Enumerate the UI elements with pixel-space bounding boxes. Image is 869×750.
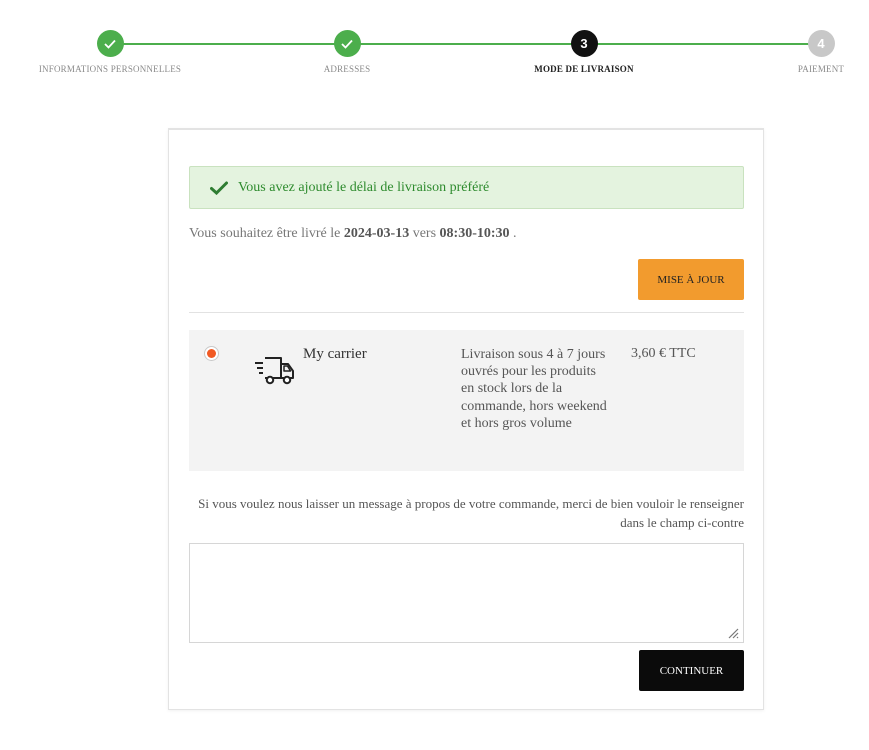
step-check-circle: [96, 30, 124, 57]
info-suffix: .: [513, 226, 517, 241]
delivery-card: Vous avez ajouté le délai de livraison p…: [168, 128, 764, 710]
check-icon: [341, 39, 353, 49]
step-personal-info[interactable]: Informations personnelles: [0, 30, 220, 74]
check-icon: [104, 39, 116, 49]
step-number-circle: 4: [807, 30, 835, 57]
step-label: Adresses: [323, 64, 371, 74]
carrier-price: 3,60 € TTC: [631, 346, 696, 361]
resize-grip-icon[interactable]: [727, 626, 739, 644]
order-message-field[interactable]: [189, 543, 744, 643]
step-label: Mode de livraison: [534, 64, 634, 74]
radio-selected-dot: [207, 349, 216, 358]
message-label: Si vous voulez nous laisser un message à…: [198, 496, 744, 530]
info-prefix: Vous souhaitez être livré le: [189, 226, 341, 241]
carrier-radio[interactable]: [204, 346, 219, 361]
divider: [189, 312, 744, 313]
step-label: Paiement: [797, 64, 845, 74]
step-addresses[interactable]: Adresses: [237, 30, 457, 74]
update-button[interactable]: Mise à jour: [638, 259, 744, 300]
delivery-time: 08:30-10:30: [439, 226, 510, 241]
delivery-info-text: Vous souhaitez être livré le 2024-03-13 …: [189, 226, 517, 242]
continue-button[interactable]: Continuer: [639, 650, 744, 691]
alert-text: Vous avez ajouté le délai de livraison p…: [238, 179, 490, 195]
step-delivery-mode: 3 Mode de livraison: [474, 30, 694, 74]
carrier-option[interactable]: My carrier Livraison sous 4 à 7 jours ou…: [189, 330, 744, 471]
delivery-date: 2024-03-13: [343, 226, 410, 241]
step-payment: 4 Paiement: [711, 30, 869, 74]
carrier-delay: Livraison sous 4 à 7 jours ouvrés pour l…: [461, 347, 607, 431]
checkout-stepper: Informations personnelles Adresses 3 Mod…: [0, 0, 869, 90]
success-alert: Vous avez ajouté le délai de livraison p…: [189, 166, 744, 209]
check-icon: [210, 181, 228, 195]
delivery-truck-icon: [253, 354, 295, 391]
step-label: Informations personnelles: [38, 64, 182, 74]
carrier-name: My carrier: [303, 346, 367, 362]
info-middle: vers: [412, 226, 437, 241]
step-number-circle: 3: [570, 30, 598, 57]
step-check-circle: [333, 30, 361, 57]
